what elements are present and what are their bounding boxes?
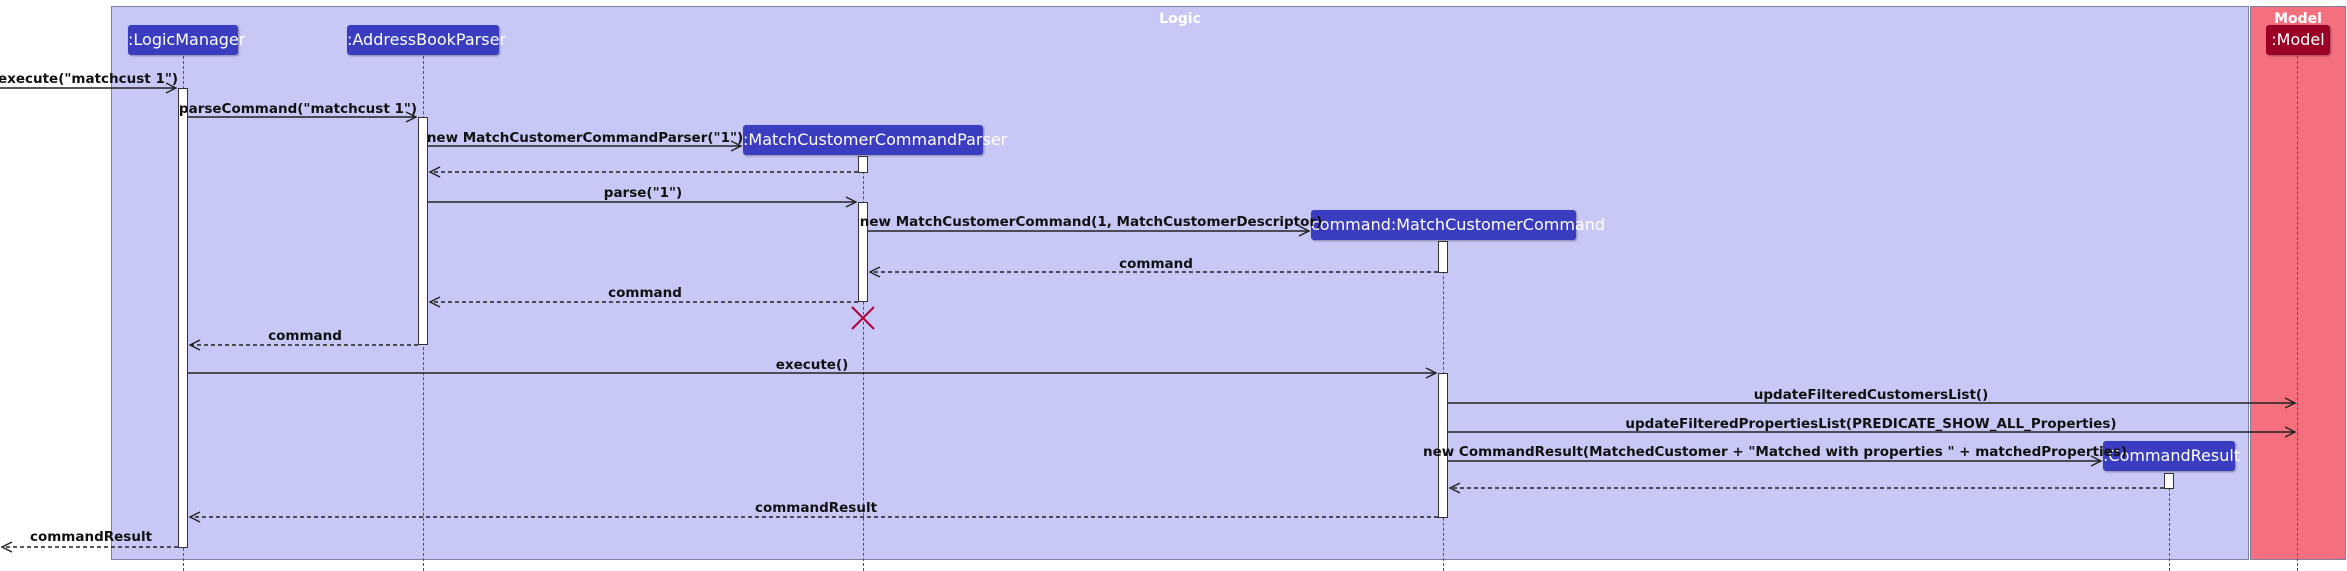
message-label-m1: execute("matchcust 1") [0,71,179,87]
message-label-m4: parse("1") [603,185,683,201]
message-label-m5: new MatchCustomerCommand(1, MatchCustome… [859,214,1323,230]
message-label-m11: updateFilteredPropertiesList(PREDICATE_S… [1625,416,2117,432]
message-label-m7: command [608,285,682,301]
message-label-m6: command [1119,256,1193,272]
message-label-m2: parseCommand("matchcust 1") [178,101,418,117]
message-label-m8: command [268,328,342,344]
message-label-m13: commandResult [754,500,878,516]
destroy-marker [851,306,875,330]
message-label-m12: new CommandResult(MatchedCustomer + "Mat… [1422,444,2128,460]
message-label-m9: execute() [775,357,849,373]
message-label-m10: updateFilteredCustomersList() [1753,387,1989,403]
message-label-m14: commandResult [29,529,153,545]
message-label-m3: new MatchCustomerCommandParser("1") [426,130,744,146]
message-arrows [0,82,2297,553]
